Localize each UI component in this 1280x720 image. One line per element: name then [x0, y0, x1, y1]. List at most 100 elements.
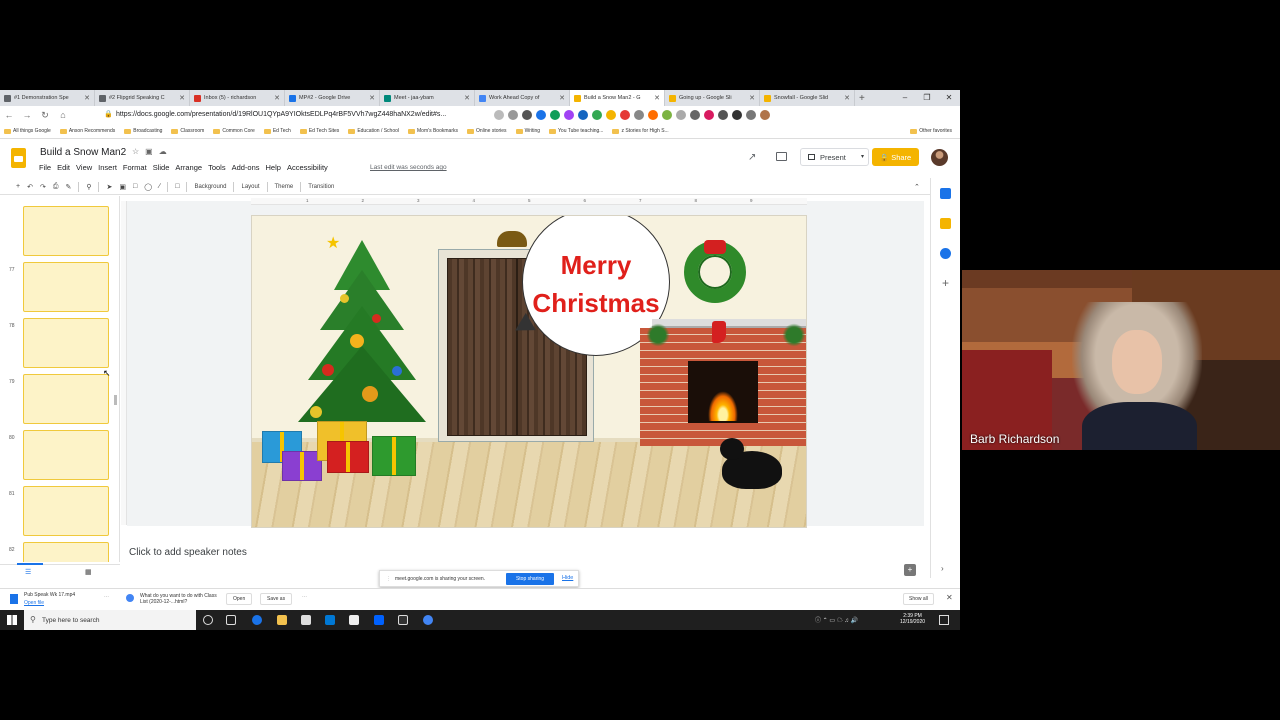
menu-item-edit[interactable]: Edit	[57, 163, 70, 172]
browser-tab[interactable]: #2 Flipgrid Speaking C ✕	[95, 90, 190, 106]
chevron-right-icon[interactable]: ›	[941, 564, 944, 573]
bookmark-item[interactable]: Anson Recommends	[59, 128, 115, 134]
image-icon[interactable]: □	[133, 183, 137, 190]
share-button[interactable]: 🔒 Share	[872, 148, 919, 166]
extension-icon[interactable]	[606, 110, 616, 120]
stocking[interactable]	[712, 321, 726, 343]
background-button[interactable]: Background	[194, 184, 226, 190]
present-button[interactable]: Present ▾	[800, 148, 869, 166]
extension-icon[interactable]	[536, 110, 546, 120]
filmstrip-view-icon[interactable]: ☰	[25, 568, 31, 576]
last-edit-link[interactable]: Last edit was seconds ago	[370, 164, 447, 171]
menu-item-add-ons[interactable]: Add-ons	[232, 163, 260, 172]
windows-start-icon[interactable]	[7, 615, 17, 625]
close-tab-icon[interactable]: ✕	[464, 94, 470, 102]
print-icon[interactable]: ⎙	[53, 183, 59, 191]
app-icon[interactable]	[398, 615, 408, 625]
menu-item-arrange[interactable]: Arrange	[175, 163, 202, 172]
close-tab-icon[interactable]: ✕	[369, 94, 375, 102]
store-icon[interactable]	[301, 615, 311, 625]
bookmark-item[interactable]: Common Core	[213, 128, 255, 134]
transition-button[interactable]: Transition	[308, 184, 334, 190]
task-view-icon[interactable]	[226, 615, 236, 625]
reload-icon[interactable]: ↻	[36, 110, 54, 121]
star-icon[interactable]: ☆	[132, 147, 145, 156]
bookmark-item[interactable]: Ed Tech Sites	[299, 128, 339, 134]
speaker-notes[interactable]: Click to add speaker notes	[129, 547, 247, 558]
mail-icon[interactable]	[325, 615, 335, 625]
bookmark-item[interactable]: Education / School	[348, 128, 399, 134]
textbox-icon[interactable]: ▣	[119, 183, 126, 191]
new-slide-icon[interactable]: +	[16, 183, 20, 190]
tasks-icon[interactable]	[940, 248, 951, 259]
extension-icon[interactable]	[620, 110, 630, 120]
profile-icon[interactable]	[760, 110, 770, 120]
more-icon[interactable]: ⋯	[104, 594, 109, 600]
edge-icon[interactable]	[252, 615, 262, 625]
chevron-down-icon[interactable]: ▾	[861, 153, 864, 160]
browser-tab[interactable]: Meet - jaa-ybam ✕	[380, 90, 475, 106]
browser-tab[interactable]: #1 Demonstration Spe ✕	[0, 90, 95, 106]
extension-icon[interactable]	[578, 110, 588, 120]
extension-icon[interactable]	[676, 110, 686, 120]
dropbox-icon[interactable]	[374, 615, 384, 625]
closet-door-left[interactable]	[447, 258, 517, 436]
menu-item-help[interactable]: Help	[266, 163, 281, 172]
extension-icon[interactable]	[634, 110, 644, 120]
close-tab-icon[interactable]: ✕	[84, 94, 90, 102]
menu-item-tools[interactable]: Tools	[208, 163, 226, 172]
browser-tab[interactable]: Going up - Google Sli ✕	[665, 90, 760, 106]
chrome-icon[interactable]	[423, 615, 433, 625]
extension-icon[interactable]	[718, 110, 728, 120]
drag-handle-icon[interactable]: ⋮	[386, 576, 391, 582]
extension-icon[interactable]	[564, 110, 574, 120]
activity-icon[interactable]: ↗	[748, 152, 756, 163]
extension-icon[interactable]	[690, 110, 700, 120]
extension-icon[interactable]	[704, 110, 714, 120]
star-icon[interactable]	[508, 110, 518, 120]
hide-link[interactable]: Hide	[562, 575, 573, 581]
filmstrip-scrollbar[interactable]	[114, 395, 117, 405]
amazon-icon[interactable]	[349, 615, 359, 625]
browser-tab[interactable]: Work Ahead Copy of ✕	[475, 90, 570, 106]
close-tab-icon[interactable]: ✕	[274, 94, 280, 102]
close-tab-icon[interactable]: ✕	[844, 94, 850, 102]
other-favorites[interactable]: Other favorites	[910, 128, 952, 134]
calendar-icon[interactable]	[940, 188, 951, 199]
url-field[interactable]: https://docs.google.com/presentation/d/1…	[116, 111, 446, 118]
extension-icon[interactable]	[648, 110, 658, 120]
cloud-icon[interactable]: ☁	[159, 147, 173, 156]
extension-icon[interactable]	[732, 110, 742, 120]
taskbar-clock[interactable]: 2:39 PM 12/19/2020	[900, 613, 925, 625]
bookmark-item[interactable]: You Tube teaching...	[549, 128, 603, 134]
menu-item-accessibility[interactable]: Accessibility	[287, 163, 328, 172]
browser-tab[interactable]: Build a Snow Man2 - G ✕	[570, 90, 665, 106]
minimize-icon[interactable]: –	[894, 90, 916, 106]
comment-icon[interactable]	[776, 152, 787, 161]
undo-icon[interactable]: ↶	[27, 183, 33, 191]
cortana-icon[interactable]	[203, 615, 213, 625]
bookmark-item[interactable]: Writing	[515, 128, 540, 134]
layout-button[interactable]: Layout	[241, 184, 259, 190]
download-file1[interactable]: Pub Speak Wk 17.mp4	[24, 592, 75, 598]
zoom-icon[interactable]	[494, 110, 504, 120]
bookmark-item[interactable]: Mom's Bookmarks	[408, 128, 458, 134]
browser-tab[interactable]: Snowfall - Google Slid ✕	[760, 90, 855, 106]
grid-view-icon[interactable]: ▦	[85, 568, 92, 576]
avatar[interactable]	[931, 149, 948, 166]
bookmark-item[interactable]: Classroom	[171, 128, 204, 134]
close-icon[interactable]: ✕	[946, 593, 953, 602]
open-file-link[interactable]: Open file	[24, 600, 44, 606]
new-tab-icon[interactable]: +	[859, 93, 865, 104]
close-tab-icon[interactable]: ✕	[749, 94, 755, 102]
stop-sharing-button[interactable]: Stop sharing	[506, 573, 554, 585]
browser-tab[interactable]: Inbox (5) - richardson ✕	[190, 90, 285, 106]
shape-icon[interactable]: ◯	[144, 183, 152, 191]
restore-icon[interactable]: ❐	[916, 90, 938, 106]
file-explorer-icon[interactable]	[277, 615, 287, 625]
explore-button[interactable]: +	[904, 564, 916, 576]
save-as-button[interactable]: Save as	[260, 593, 293, 605]
current-slide[interactable]: ★ Merry Christmas	[251, 215, 807, 528]
show-all-button[interactable]: Show all	[903, 593, 934, 605]
slide-thumbnail[interactable]	[23, 486, 109, 536]
